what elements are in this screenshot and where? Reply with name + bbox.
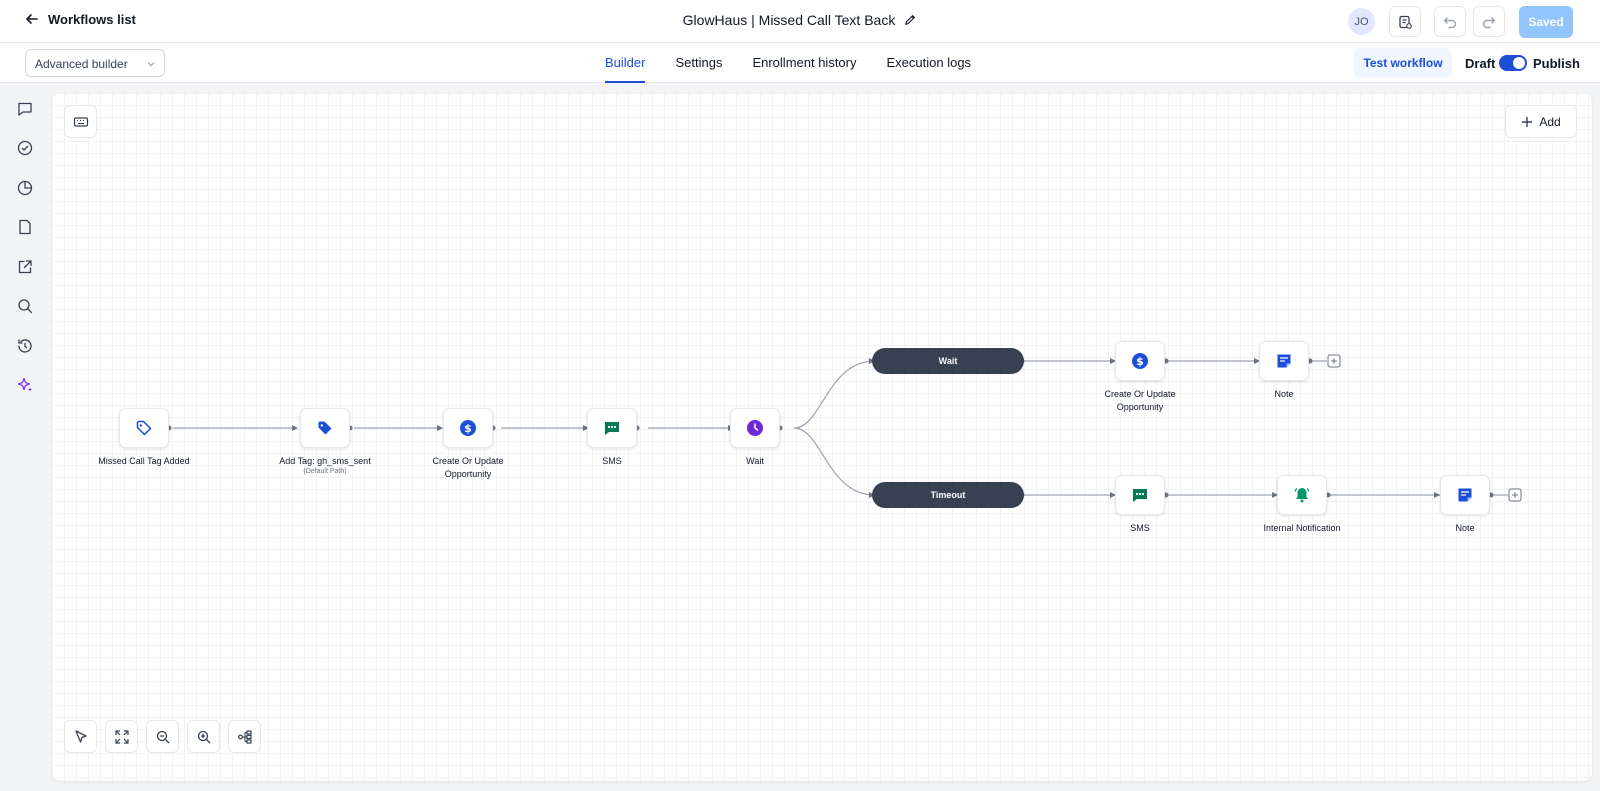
pencil-icon[interactable] bbox=[903, 13, 917, 27]
fit-view-icon bbox=[114, 729, 129, 744]
tab-enrollment-history[interactable]: Enrollment history bbox=[752, 43, 856, 83]
tab-settings[interactable]: Settings bbox=[675, 43, 722, 83]
redo-button[interactable] bbox=[1473, 6, 1505, 37]
action-node-opportunity[interactable]: $ bbox=[443, 408, 493, 448]
notes-button[interactable] bbox=[1389, 6, 1421, 37]
zoom-in-button[interactable] bbox=[187, 720, 220, 753]
undo-button[interactable] bbox=[1434, 6, 1466, 37]
zoom-out-icon bbox=[156, 730, 169, 743]
clipboard-icon bbox=[1399, 15, 1412, 29]
clock-icon bbox=[747, 420, 763, 436]
connector-lines bbox=[166, 354, 1522, 502]
node-label: Wait bbox=[746, 456, 764, 466]
search-icon[interactable] bbox=[16, 297, 34, 315]
node-label: Create Or Update Opportunity bbox=[432, 456, 504, 479]
branch-timeout[interactable]: Timeout bbox=[872, 482, 1024, 508]
sms-icon bbox=[605, 422, 619, 435]
bell-icon bbox=[1294, 488, 1310, 503]
dollar-icon: $ bbox=[1132, 353, 1148, 369]
builder-mode-value: Advanced builder bbox=[35, 57, 128, 71]
test-workflow-button[interactable]: Test workflow bbox=[1354, 48, 1452, 78]
tab-execution-logs[interactable]: Execution logs bbox=[887, 43, 972, 83]
chat-icon[interactable] bbox=[16, 100, 34, 118]
sparkle-icon[interactable] bbox=[16, 376, 34, 394]
tab-bar: Builder Settings Enrollment history Exec… bbox=[605, 43, 971, 83]
external-link-icon[interactable] bbox=[16, 258, 34, 276]
svg-text:$: $ bbox=[1136, 355, 1144, 368]
auto-layout-icon bbox=[237, 729, 252, 744]
pointer-icon bbox=[74, 729, 87, 743]
node-sublabel: (Default Path) bbox=[303, 468, 347, 475]
node-label: Note bbox=[1274, 389, 1294, 399]
builder-mode-select[interactable]: Advanced builder bbox=[25, 49, 165, 77]
toggle-knob bbox=[1513, 57, 1525, 69]
node-label: Missed Call Tag Added bbox=[98, 456, 190, 466]
publish-label: Publish bbox=[1533, 56, 1580, 71]
check-circle-icon[interactable] bbox=[16, 139, 34, 157]
zoom-in-icon bbox=[197, 730, 210, 743]
note-icon bbox=[1277, 354, 1291, 368]
action-node-internal-notification[interactable] bbox=[1277, 475, 1327, 515]
pointer-tool-button[interactable] bbox=[64, 720, 97, 753]
document-icon[interactable] bbox=[16, 218, 34, 236]
draft-label: Draft bbox=[1465, 56, 1496, 71]
node-label: SMS bbox=[1130, 523, 1150, 533]
history-icon[interactable] bbox=[16, 337, 34, 355]
action-node-note-2[interactable] bbox=[1440, 475, 1490, 515]
trigger-node-missed-call-tag[interactable] bbox=[119, 408, 169, 448]
branch-wait[interactable]: Wait bbox=[872, 348, 1024, 374]
action-node-sms-2[interactable] bbox=[1115, 475, 1165, 515]
node-label: Internal Notification bbox=[1263, 523, 1341, 533]
action-node-add-tag[interactable] bbox=[300, 408, 350, 448]
tab-builder[interactable]: Builder bbox=[605, 43, 646, 83]
node-label: SMS bbox=[602, 456, 622, 466]
zoom-out-button[interactable] bbox=[146, 720, 179, 753]
avatar[interactable]: JO bbox=[1348, 8, 1375, 35]
node-label: Create Or Update Opportunity bbox=[1104, 389, 1176, 412]
sub-bar: Advanced builder Builder Settings Enroll… bbox=[0, 43, 1600, 83]
node-label: Note bbox=[1455, 523, 1475, 533]
top-bar: Workflows list GlowHaus | Missed Call Te… bbox=[0, 0, 1600, 43]
fit-view-button[interactable] bbox=[105, 720, 138, 753]
note-icon bbox=[1458, 488, 1472, 502]
svg-text:$: $ bbox=[464, 422, 472, 435]
left-sidebar bbox=[0, 84, 50, 791]
action-node-opportunity-2[interactable]: $ bbox=[1115, 341, 1165, 381]
canvas-controls bbox=[64, 720, 261, 753]
dollar-icon: $ bbox=[460, 420, 476, 436]
sms-icon bbox=[1133, 489, 1147, 502]
action-node-wait[interactable] bbox=[730, 408, 780, 448]
action-node-sms[interactable] bbox=[587, 408, 637, 448]
tag-outline-icon bbox=[136, 420, 152, 436]
tag-filled-icon bbox=[318, 421, 332, 435]
undo-icon bbox=[1443, 16, 1457, 28]
workflow-canvas[interactable]: Add Missed Call Tag Added Add Tag: gh_sm… bbox=[52, 93, 1592, 781]
saved-button[interactable]: Saved bbox=[1519, 6, 1573, 38]
action-node-note[interactable] bbox=[1259, 341, 1309, 381]
publish-toggle[interactable] bbox=[1499, 55, 1527, 71]
workflow-title-text: GlowHaus | Missed Call Text Back bbox=[682, 12, 896, 28]
chevron-down-icon bbox=[147, 62, 155, 67]
redo-icon bbox=[1482, 16, 1496, 28]
auto-layout-button[interactable] bbox=[228, 720, 261, 753]
node-label: Add Tag: gh_sms_sent bbox=[279, 456, 371, 466]
pie-chart-icon[interactable] bbox=[16, 179, 34, 197]
